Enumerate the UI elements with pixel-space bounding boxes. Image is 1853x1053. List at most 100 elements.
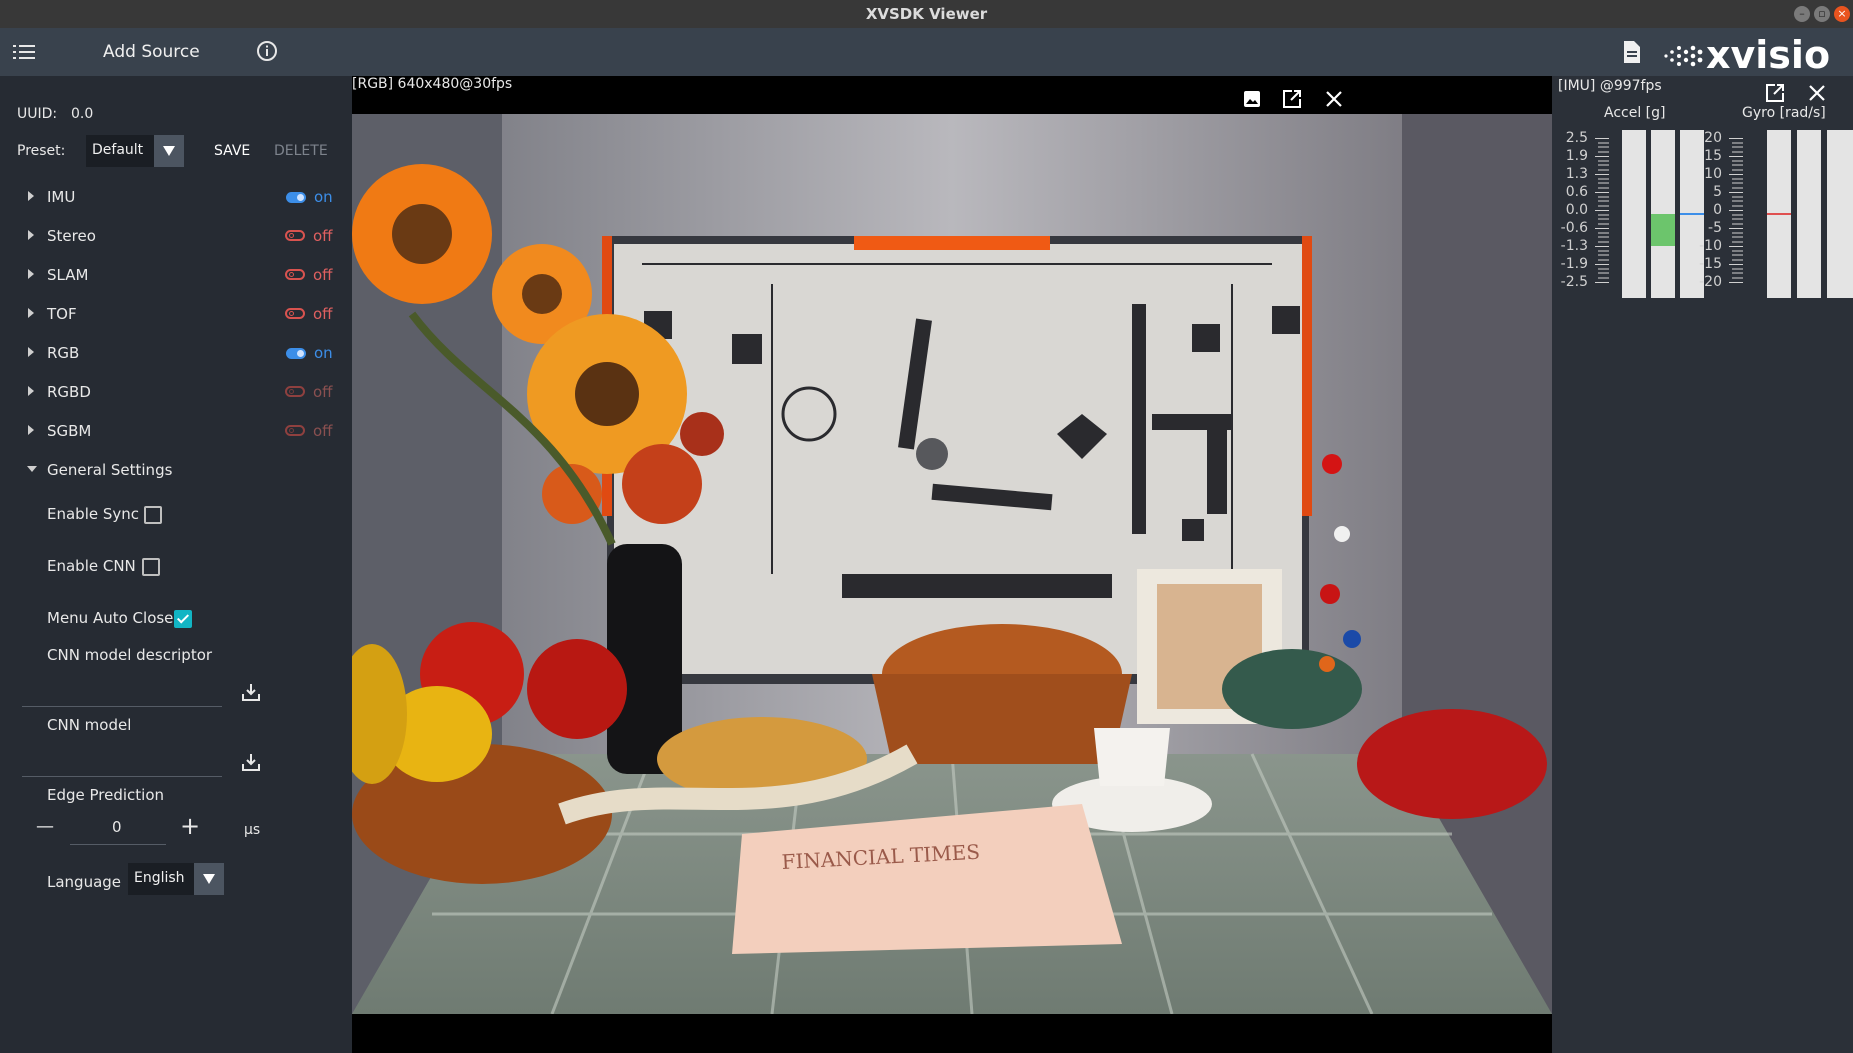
source-label: TOF: [47, 305, 77, 323]
maximize-icon[interactable]: ▫: [1814, 6, 1830, 22]
image-icon[interactable]: [1241, 88, 1263, 110]
delete-button[interactable]: DELETE: [274, 143, 328, 159]
download-icon[interactable]: [241, 752, 261, 772]
accel-tick: -1.9: [1560, 256, 1588, 272]
source-label: RGB: [47, 344, 80, 362]
accel-tick: 0.6: [1565, 184, 1588, 200]
imu-stream-label: [IMU] @997fps: [1558, 78, 1662, 94]
sidebar: UUID: 0.0 Preset: Default SAVE DELETE IM…: [0, 76, 352, 1053]
edge-prediction-unit: µs: [244, 822, 261, 838]
gyro-x-bar: [1767, 130, 1791, 298]
menu-auto-close-label: Menu Auto Close: [47, 609, 174, 627]
uuid-label: UUID:: [17, 106, 58, 122]
accel-ruler: [1595, 138, 1609, 283]
decrement-button[interactable]: —: [36, 816, 54, 837]
sgbm-state: off: [313, 422, 333, 440]
camera-feed-image: FINANCIAL TIMES: [352, 114, 1552, 1014]
accel-tick: 1.3: [1565, 166, 1588, 182]
source-label: Stereo: [47, 227, 96, 245]
language-dropdown[interactable]: English: [128, 863, 224, 895]
gyro-tick: 20: [1704, 130, 1722, 146]
rgbd-state: off: [313, 383, 333, 401]
cnn-descriptor-label: CNN model descriptor: [47, 646, 213, 664]
gyro-tick: 0: [1713, 202, 1722, 218]
close-window-icon[interactable]: ×: [1834, 6, 1850, 22]
accel-y-fill: [1651, 214, 1675, 246]
chevron-right-icon: [28, 386, 34, 396]
tof-toggle[interactable]: [285, 308, 305, 319]
accel-tick: -0.6: [1560, 220, 1588, 236]
source-label: SGBM: [47, 422, 92, 440]
open-external-icon[interactable]: [1281, 88, 1303, 110]
logo-text: xvisio: [1706, 34, 1830, 74]
gyro-tick: 10: [1704, 166, 1722, 182]
gyro-tick: -15: [1699, 256, 1722, 272]
info-icon[interactable]: [256, 40, 278, 62]
source-label: SLAM: [47, 266, 89, 284]
rgbd-toggle[interactable]: [285, 386, 305, 397]
menu-icon[interactable]: [12, 42, 36, 62]
minimize-icon[interactable]: –: [1794, 6, 1810, 22]
slam-toggle[interactable]: [285, 269, 305, 280]
language-value: English: [134, 870, 185, 886]
increment-button[interactable]: +: [180, 812, 200, 840]
cnn-model-underline: [22, 776, 222, 777]
enable-sync-checkbox[interactable]: [144, 506, 162, 524]
close-icon[interactable]: [1806, 82, 1828, 104]
gyro-tick: 5: [1713, 184, 1722, 200]
download-icon[interactable]: [241, 682, 261, 702]
gyro-tick: 15: [1704, 148, 1722, 164]
open-external-icon[interactable]: [1764, 82, 1786, 104]
chevron-right-icon: [28, 425, 34, 435]
save-button[interactable]: SAVE: [214, 143, 250, 159]
document-icon[interactable]: [1622, 40, 1642, 64]
window-title: XVSDK Viewer: [865, 5, 988, 23]
gyro-x-marker: [1767, 213, 1791, 215]
accel-tick: 0.0: [1565, 202, 1588, 218]
chevron-right-icon: [28, 308, 34, 318]
accel-tick: 1.9: [1565, 148, 1588, 164]
slam-state: off: [313, 266, 333, 284]
chevron-right-icon: [28, 230, 34, 240]
gyro-tick: -20: [1699, 274, 1722, 290]
rgb-toggle[interactable]: [286, 348, 306, 359]
accel-tick: -1.3: [1560, 238, 1588, 254]
xvisio-logo: xvisio: [1664, 34, 1830, 74]
rgb-stream-label: [RGB] 640x480@30fps: [352, 76, 513, 92]
preset-value: Default: [92, 142, 144, 158]
menu-auto-close-checkbox[interactable]: [174, 610, 192, 628]
edge-prediction-underline: [70, 844, 166, 845]
imu-panel: [IMU] @997fps Accel [g] Gyro [rad/s] 2.5…: [1552, 76, 1853, 1053]
sgbm-toggle[interactable]: [285, 425, 305, 436]
close-icon[interactable]: [1323, 88, 1345, 110]
source-label: IMU: [47, 188, 76, 206]
gyro-y-bar: [1797, 130, 1821, 298]
chevron-right-icon: [28, 191, 34, 201]
gyro-z-bar: [1827, 130, 1853, 298]
edge-prediction-input[interactable]: 0: [112, 818, 122, 836]
chevron-right-icon: [28, 347, 34, 357]
preset-dropdown[interactable]: Default: [86, 135, 184, 167]
accel-tick: 2.5: [1565, 130, 1588, 146]
stereo-toggle[interactable]: [285, 230, 305, 241]
window-title-bar: XVSDK Viewer – ▫ ×: [0, 0, 1853, 28]
gyro-tick: -5: [1708, 220, 1722, 236]
rgb-panel: [RGB] 640x480@30fps FINANCIAL TIMES: [352, 76, 1552, 1053]
cnn-model-label: CNN model: [47, 716, 132, 734]
cnn-descriptor-underline: [22, 706, 222, 707]
enable-cnn-checkbox[interactable]: [142, 558, 160, 576]
general-settings-title: General Settings: [47, 461, 173, 479]
gyro-title: Gyro [rad/s]: [1742, 105, 1826, 121]
imu-state: on: [314, 188, 333, 206]
enable-sync-label: Enable Sync: [47, 505, 140, 523]
source-label: RGBD: [47, 383, 91, 401]
accel-x-bar: [1622, 130, 1646, 298]
uuid-value: 0.0: [71, 106, 94, 122]
chevron-down-icon: [194, 863, 224, 895]
toolbar: Add Source xvisio: [0, 28, 1853, 76]
imu-toggle[interactable]: [286, 192, 306, 203]
add-source-button[interactable]: Add Source: [103, 42, 200, 62]
chevron-right-icon: [28, 269, 34, 279]
stereo-state: off: [313, 227, 333, 245]
tof-state: off: [313, 305, 333, 323]
